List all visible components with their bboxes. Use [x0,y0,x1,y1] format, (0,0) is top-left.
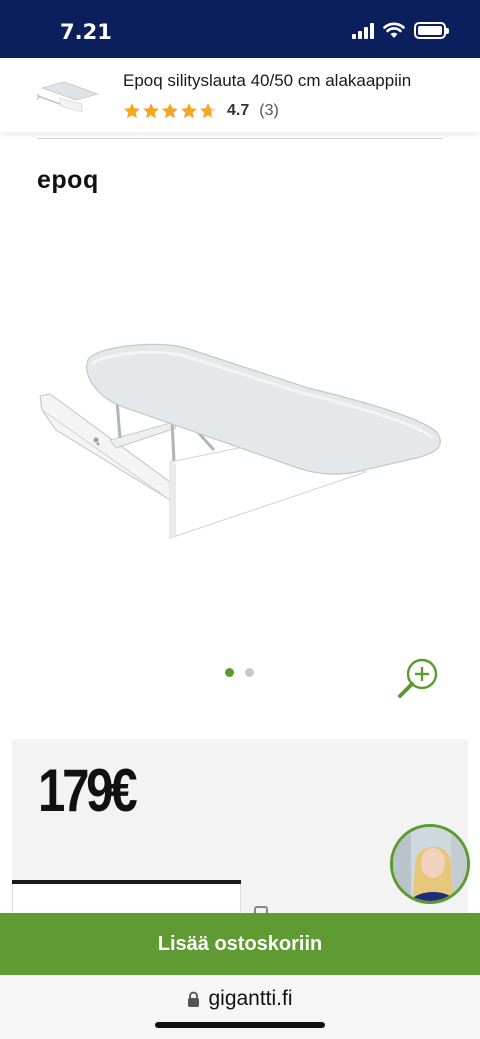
status-time: 7.21 [60,20,112,44]
product-image[interactable] [36,330,444,550]
status-bar: 7.21 [0,0,480,58]
carousel-dot[interactable] [225,668,234,677]
customer-service-avatar[interactable] [390,824,470,904]
review-count[interactable]: (3) [259,102,279,120]
star-icon [162,103,178,119]
lock-icon [188,991,200,1007]
zoom-in-icon[interactable] [396,656,442,700]
product-thumbnail [37,81,100,113]
cellular-signal-icon [352,22,374,39]
rating-score: 4.7 [227,102,250,119]
home-indicator[interactable] [155,1022,325,1028]
divider [37,138,443,139]
star-icon [124,103,140,119]
address-bar[interactable]: gigantti.fi [0,987,480,1011]
star-icon [143,103,159,119]
rating-stars [123,102,217,120]
add-to-cart-button[interactable]: Lisää ostoskoriin [0,913,480,975]
sticky-product-header[interactable]: Epoq silityslauta 40/50 cm alakaappiin 4… [0,58,480,132]
status-icons [352,22,449,39]
battery-icon [414,22,449,39]
product-title: Epoq silityslauta 40/50 cm alakaappiin [123,71,412,90]
brand-logo[interactable]: epoq [37,166,99,195]
star-icon [200,103,216,119]
wifi-icon [383,22,405,38]
rating[interactable]: 4.7 (3) [123,102,279,120]
star-icon [181,103,197,119]
carousel-dot[interactable] [245,668,254,677]
carousel-dots[interactable] [225,668,254,677]
url-text: gigantti.fi [208,987,293,1010]
price: 179€ [38,757,138,824]
